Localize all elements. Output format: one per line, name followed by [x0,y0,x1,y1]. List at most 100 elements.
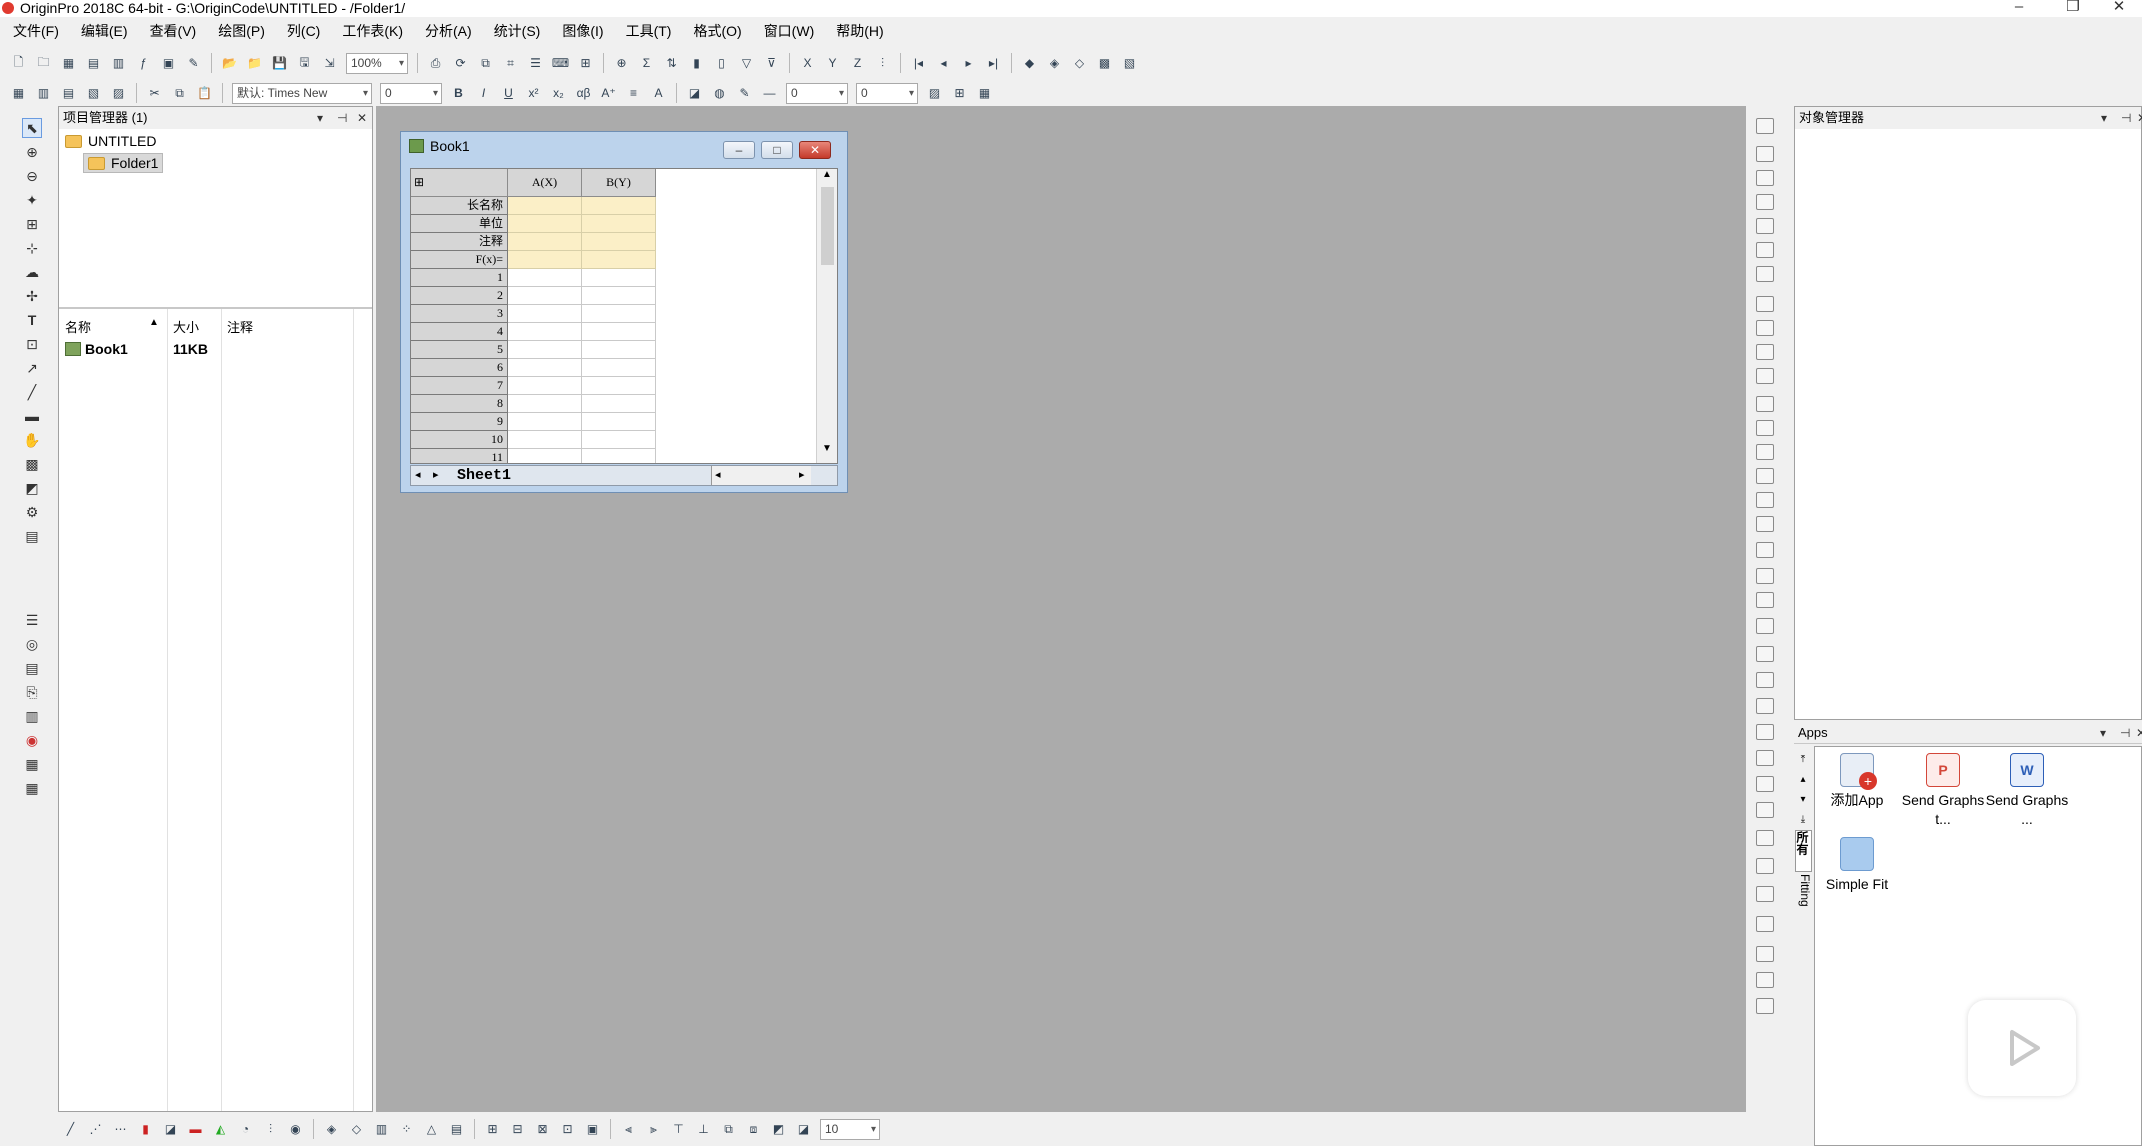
layout-tool-icon[interactable] [1756,724,1774,740]
new-folder-icon[interactable]: 🗀 [33,53,54,74]
group-icon[interactable]: ⧉ [718,1119,739,1140]
app-icon-2[interactable]: ◈ [1044,53,1065,74]
meta-row-header[interactable]: 注释 [411,233,508,251]
layout-tool-icon[interactable] [1756,542,1774,558]
grid-icon[interactable]: ▦ [22,778,42,798]
scroll-down-icon[interactable]: ▼ [822,443,832,454]
menu-column[interactable]: 列(C) [274,20,329,42]
column-header-name[interactable]: 名称 [65,317,91,336]
layout-tool-icon[interactable] [1756,444,1774,460]
panel-menu-icon[interactable]: ▾ [2100,722,2106,744]
data-cell[interactable] [582,323,656,341]
3d-scatter-icon[interactable]: ⁘ [396,1119,417,1140]
data-cell[interactable] [582,269,656,287]
scroll-left-icon[interactable]: ◂ [715,468,721,481]
area-plot-icon[interactable]: ◪ [160,1119,181,1140]
set-x-icon[interactable]: X [797,53,818,74]
data-cell[interactable] [582,287,656,305]
text-tool-icon[interactable]: T [22,310,42,330]
row-header[interactable]: 4 [411,323,508,341]
rectangle-tool-icon[interactable]: ▬ [22,406,42,426]
plot-icon-2[interactable]: ▥ [33,83,54,104]
command-icon[interactable]: ▥ [22,706,42,726]
layers-icon[interactable]: ▦ [22,754,42,774]
pattern-fill-icon[interactable]: ▨ [924,83,945,104]
scrollbar-thumb[interactable] [821,187,834,265]
row-header[interactable]: 5 [411,341,508,359]
horizontal-scrollbar[interactable] [711,466,811,485]
3d-plot-icon[interactable]: ◈ [321,1119,342,1140]
data-cell[interactable] [582,377,656,395]
3d-waterfall-icon[interactable]: ▤ [446,1119,467,1140]
data-cell[interactable] [508,395,582,413]
menu-statistics[interactable]: 统计(S) [481,20,550,42]
panel-menu-icon[interactable]: ▾ [317,107,323,129]
object-edit-icon-3[interactable]: ⊠ [532,1119,553,1140]
menu-format[interactable]: 格式(O) [680,20,750,42]
code-builder-icon[interactable]: ⌗ [500,53,521,74]
save-project-icon[interactable]: 💾 [269,53,290,74]
column-header-a[interactable]: A(X) [508,169,582,197]
object-edit-icon-2[interactable]: ⊟ [507,1119,528,1140]
zoom-in-icon[interactable]: ⊕ [22,142,42,162]
layout-tool-icon[interactable] [1756,916,1774,932]
new-function-icon[interactable]: ƒ [133,53,154,74]
panel-menu-icon[interactable]: ▾ [2101,107,2107,129]
contour-icon[interactable]: ◉ [285,1119,306,1140]
pin-icon[interactable]: ⊣ [2120,722,2130,744]
duplicate-icon[interactable]: ⧉ [475,53,496,74]
layout-tool-icon[interactable] [1756,802,1774,818]
back-icon[interactable]: ◪ [793,1119,814,1140]
app-tile-simple-fit[interactable]: Simple Fit [1815,837,1899,894]
zoom-combo[interactable]: 100% [346,52,408,74]
superscript-icon[interactable]: x² [523,83,544,104]
book1-maximize-button[interactable]: □ [761,141,793,159]
greek-icon[interactable]: αβ [573,83,594,104]
open-icon[interactable]: 📂 [219,53,240,74]
line-color-icon[interactable]: ✎ [734,83,755,104]
insert-graph-icon[interactable]: ◩ [22,478,42,498]
app-icon-1[interactable]: ◆ [1019,53,1040,74]
command-window-icon[interactable]: ⌨ [550,53,571,74]
data-cell[interactable] [508,287,582,305]
data-cell[interactable] [582,449,656,463]
meta-cell[interactable] [582,197,656,215]
data-cell[interactable] [508,341,582,359]
meta-row-header[interactable]: F(x)= [411,251,508,269]
app-icon-3[interactable]: ◇ [1069,53,1090,74]
project-explorer-icon[interactable]: ⊞ [575,53,596,74]
meta-cell[interactable] [582,251,656,269]
front-icon[interactable]: ◩ [768,1119,789,1140]
set-z-icon[interactable]: Z [847,53,868,74]
layout-tool-icon[interactable] [1756,750,1774,766]
video-play-button[interactable] [1968,1000,2076,1096]
column-plot-icon[interactable]: ▮ [135,1119,156,1140]
layout-tool-icon[interactable] [1756,320,1774,336]
column-header-size[interactable]: 大小 [173,317,199,336]
row-header[interactable]: 11 [411,449,508,463]
font-size-combo[interactable]: 0 [380,82,442,104]
select-all-icon[interactable]: ⊞ [411,169,508,197]
bold-button[interactable]: B [448,83,469,104]
code-icon[interactable]: ⎘ [22,682,42,702]
statistics-plot-icon[interactable]: ⫶ [260,1119,281,1140]
line-plot-icon[interactable]: ╱ [60,1119,81,1140]
bottom-size-combo[interactable]: 10 [820,1118,880,1140]
new-matrix-icon[interactable]: ▥ [108,53,129,74]
sheet1-tab[interactable]: Sheet1 [457,466,511,486]
results-icon[interactable]: ☰ [22,610,42,630]
apps-tab-all[interactable]: 所有 [1795,830,1812,872]
mask-icon[interactable]: ☁ [22,262,42,282]
cut-icon[interactable]: ✂ [144,83,165,104]
plot-icon-1[interactable]: ▦ [8,83,29,104]
app-tile-add-app[interactable]: + 添加App [1815,753,1899,810]
ungroup-icon[interactable]: ⧈ [743,1119,764,1140]
panel-close-icon[interactable]: ✕ [357,107,367,129]
results-log-icon[interactable]: ☰ [525,53,546,74]
arrow-tool-icon[interactable]: ↗ [22,358,42,378]
import-icon[interactable]: ⇲ [319,53,340,74]
menu-plot[interactable]: 绘图(P) [205,20,274,42]
book1-close-button[interactable]: ✕ [799,141,831,159]
data-cell[interactable] [582,413,656,431]
object-edit-icon-5[interactable]: ▣ [582,1119,603,1140]
